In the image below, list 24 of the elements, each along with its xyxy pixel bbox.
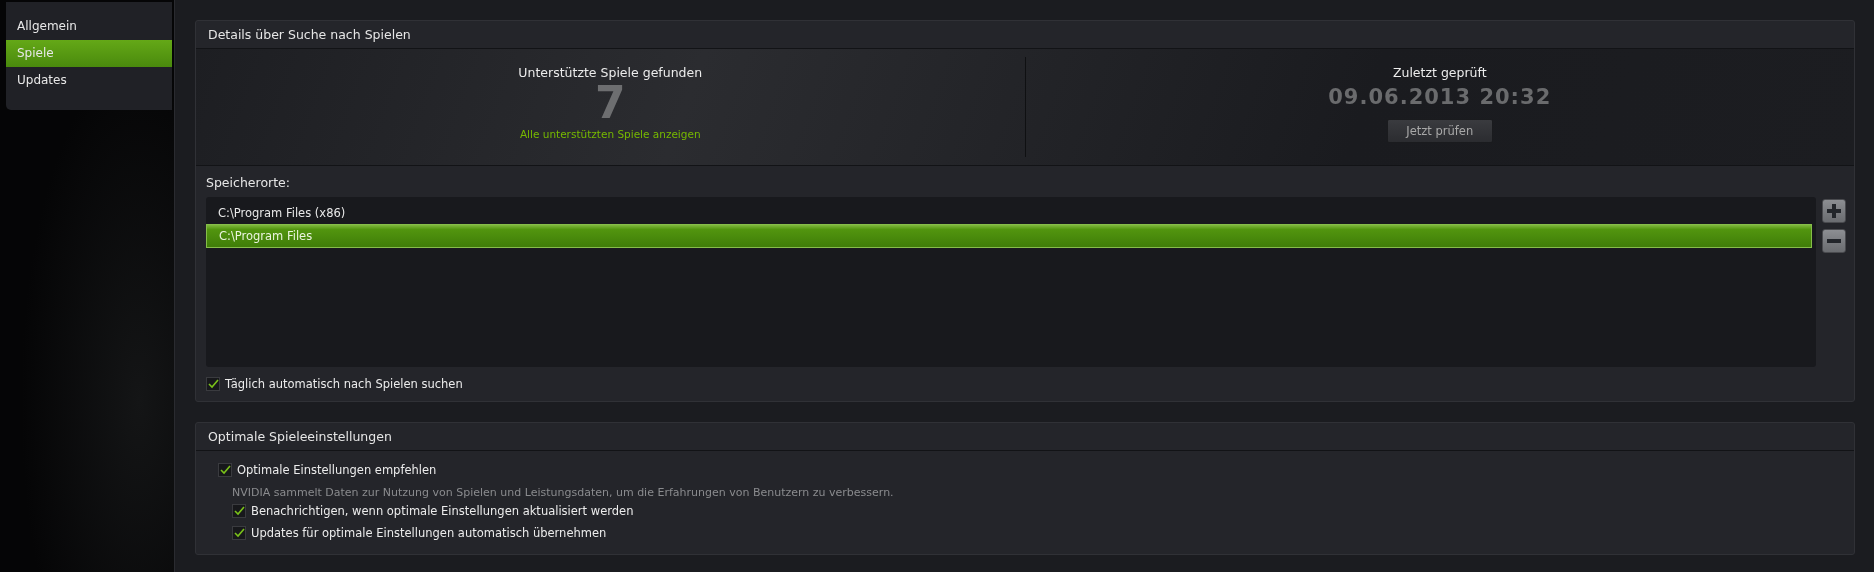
location-item[interactable]: C:\Program Files (x86) [206,202,1812,224]
info-text: NVIDIA sammelt Daten zur Nutzung von Spielen und Leistungsdaten, um die Erfahrungen von Benutzern zu verbessern. [232,486,895,499]
checkbox-label: Benachrichtigen, wenn optimale Einstellungen aktualisiert werden [251,504,634,518]
sidebar-item[interactable]: Allgemein [6,13,172,40]
locations-label: Speicherorte: [206,175,290,190]
checkbox-label: Optimale Einstellungen empfehlen [237,463,437,477]
check-now-button[interactable]: Jetzt prüfen [1386,119,1493,143]
plus-icon [1827,204,1841,218]
panel-title: Optimale Spieleeinstellungen [196,423,1854,451]
location-item[interactable]: C:\Program Files [206,224,1812,248]
checkbox[interactable] [218,463,232,477]
remove-button[interactable] [1822,229,1846,253]
checkbox[interactable] [232,526,246,540]
stat-heading: Unterstützte Spiele gefunden [518,65,703,80]
checkbox-label: Täglich automatisch nach Spielen suchen [225,377,463,391]
show-games-link[interactable]: Alle unterstützten Spiele anzeigen [519,128,701,140]
checkbox-label: Updates für optimale Einstellungen automatisch übernehmen [251,526,607,540]
checkbox[interactable] [232,504,246,518]
sidebar-item[interactable]: Updates [6,67,172,94]
add-button[interactable] [1822,199,1846,223]
timestamp: 09.06.2013 20:32 [1328,85,1552,109]
stat-heading: Zuletzt geprüft [1392,65,1487,80]
checkbox[interactable] [206,377,220,391]
game-count: 7 [594,80,626,126]
